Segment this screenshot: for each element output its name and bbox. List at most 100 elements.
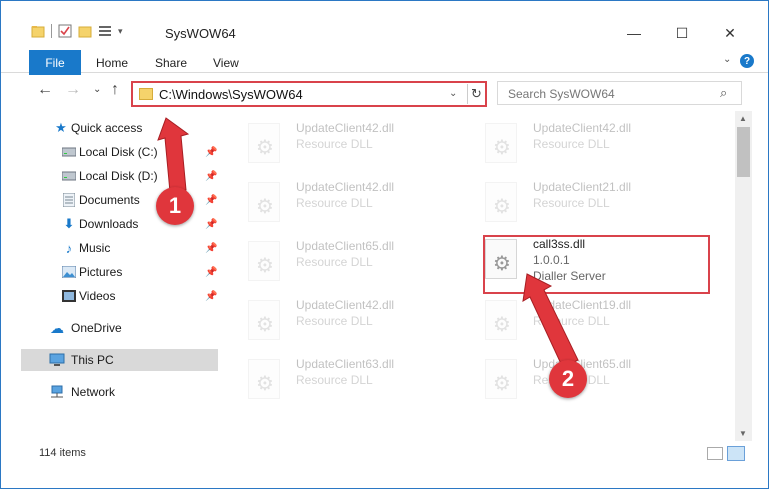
scroll-thumb[interactable]	[737, 127, 750, 177]
folder-icon	[31, 24, 45, 38]
expand-ribbon-icon[interactable]: ⌄	[723, 54, 731, 65]
dll-file-icon: ⚙	[248, 241, 280, 281]
tab-home[interactable]: Home	[96, 56, 128, 70]
back-arrow-icon[interactable]: ←	[37, 81, 53, 99]
file-name: UpdateClient63.dll	[296, 357, 395, 371]
nav-item-local-disk-d[interactable]: Local Disk (D:) 📌	[1, 165, 219, 187]
recent-locations-icon[interactable]: ⌄	[93, 84, 101, 95]
title-bar: ▾ SysWOW64 — ☐ ✕	[1, 1, 768, 46]
scroll-up-icon[interactable]: ▲	[739, 114, 747, 123]
nav-label: Videos	[79, 289, 116, 303]
file-item[interactable]: ⚙ UpdateClient21.dll Resource DLL	[485, 178, 715, 236]
dll-file-icon: ⚙	[485, 300, 517, 340]
status-bar: 114 items	[1, 443, 768, 465]
cloud-icon: ☁	[50, 319, 64, 336]
nav-network[interactable]: Network	[1, 381, 219, 403]
nav-label: Music	[79, 241, 111, 255]
dll-file-icon: ⚙	[485, 123, 517, 163]
nav-item-local-disk-c[interactable]: Local Disk (C:) 📌	[1, 141, 219, 163]
close-button[interactable]: ✕	[707, 19, 753, 47]
downloads-icon: ⬇	[63, 216, 75, 231]
search-box[interactable]: Search SysWOW64 ⌕	[497, 81, 742, 105]
file-type: Resource DLL	[296, 196, 373, 210]
file-name: UpdateClient42.dll	[296, 121, 395, 135]
file-item[interactable]: ⚙ UpdateClient42.dll Resource DLL	[248, 178, 478, 236]
vertical-scrollbar[interactable]: ▲ ▼	[735, 111, 752, 441]
details-view-icon[interactable]	[707, 447, 723, 460]
maximize-button[interactable]: ☐	[659, 19, 705, 47]
file-item[interactable]: ⚙ UpdateClient42.dll Resource DLL	[485, 119, 715, 177]
file-item[interactable]: ⚙ UpdateClient42.dll Resource DLL	[248, 119, 478, 177]
help-icon[interactable]: ?	[740, 54, 754, 68]
nav-item-pictures[interactable]: Pictures 📌	[1, 261, 219, 283]
file-name: UpdateClient42.dll	[296, 298, 395, 312]
dll-file-icon: ⚙	[248, 300, 280, 340]
nav-label: Local Disk (C:)	[79, 145, 158, 159]
search-icon[interactable]: ⌕	[720, 85, 727, 101]
up-arrow-icon[interactable]: ↑	[111, 81, 119, 99]
pin-icon[interactable]: 📌	[205, 171, 217, 182]
ribbon-tabs: File Home Share View ⌄ ?	[1, 48, 768, 75]
file-type: Resource DLL	[533, 314, 610, 328]
navigation-pane: ★ Quick access Local Disk (C:) 📌 Local D…	[1, 111, 221, 441]
tab-file[interactable]: File	[29, 50, 81, 75]
videos-icon	[61, 288, 77, 304]
view-options-icon[interactable]	[98, 24, 112, 38]
forward-arrow-icon[interactable]: →	[65, 81, 81, 99]
explorer-window: ▾ SysWOW64 — ☐ ✕ File Home Share View ⌄ …	[0, 0, 769, 489]
file-type: Resource DLL	[296, 373, 373, 387]
pin-icon[interactable]: 📌	[205, 291, 217, 302]
large-icons-view-icon[interactable]	[727, 446, 745, 461]
nav-label: Pictures	[79, 265, 123, 279]
nav-label: Local Disk (D:)	[79, 169, 158, 183]
drive-icon	[61, 168, 77, 184]
star-icon: ★	[55, 120, 67, 135]
file-type: Resource DLL	[296, 137, 373, 151]
nav-item-music[interactable]: ♪ Music 📌	[1, 237, 219, 259]
minimize-button[interactable]: —	[611, 19, 657, 47]
address-path[interactable]: C:\Windows\SysWOW64	[159, 87, 303, 102]
file-item[interactable]: ⚙ UpdateClient63.dll Resource DLL	[248, 355, 478, 413]
file-name: UpdateClient19.dll	[533, 298, 632, 312]
navigation-bar: ← → ⌄ ↑ C:\Windows\SysWOW64 ⌄ ↻ Search S…	[1, 75, 768, 109]
window-title: SysWOW64	[165, 26, 236, 41]
customize-toolbar-icon[interactable]: ▾	[118, 24, 132, 38]
pin-icon[interactable]: 📌	[205, 219, 217, 230]
refresh-icon[interactable]: ↻	[467, 84, 485, 104]
pin-icon[interactable]: 📌	[205, 195, 217, 206]
address-bar[interactable]: C:\Windows\SysWOW64 ⌄ ↻	[131, 81, 487, 107]
folder-icon	[139, 88, 153, 100]
address-dropdown-icon[interactable]: ⌄	[449, 88, 457, 99]
network-icon	[49, 384, 65, 400]
scroll-down-icon[interactable]: ▼	[739, 429, 747, 438]
file-type: Resource DLL	[296, 314, 373, 328]
new-folder-icon[interactable]	[78, 24, 92, 38]
nav-this-pc[interactable]: This PC	[21, 349, 218, 371]
file-item[interactable]: ⚙ UpdateClient65.dll Resource DLL	[248, 237, 478, 295]
nav-item-videos[interactable]: Videos 📌	[1, 285, 219, 307]
pin-icon[interactable]: 📌	[205, 243, 217, 254]
search-input[interactable]: Search SysWOW64	[508, 87, 615, 101]
pin-icon[interactable]: 📌	[205, 147, 217, 158]
dll-file-icon: ⚙	[248, 123, 280, 163]
file-item[interactable]: ⚙ UpdateClient42.dll Resource DLL	[248, 296, 478, 354]
nav-quick-access[interactable]: ★ Quick access	[1, 117, 219, 139]
pin-icon[interactable]: 📌	[205, 267, 217, 278]
nav-label: OneDrive	[71, 321, 122, 335]
file-item[interactable]: ⚙ UpdateClient65.dll Resource DLL	[485, 355, 715, 413]
toolbar-separator	[51, 24, 52, 38]
documents-icon	[61, 192, 77, 208]
nav-onedrive[interactable]: ☁ OneDrive	[1, 317, 219, 339]
file-item[interactable]: ⚙ UpdateClient19.dll Resource DLL	[485, 296, 715, 354]
nav-label: Quick access	[71, 121, 143, 135]
file-name: UpdateClient65.dll	[296, 239, 395, 253]
drive-icon	[61, 144, 77, 160]
file-name: UpdateClient42.dll	[296, 180, 395, 194]
properties-icon[interactable]	[58, 24, 72, 38]
dll-file-icon: ⚙	[485, 359, 517, 399]
close-icon: ✕	[724, 24, 736, 41]
tab-view[interactable]: View	[213, 56, 239, 70]
quick-access-toolbar: ▾	[31, 24, 132, 38]
highlight-box	[483, 235, 710, 294]
tab-share[interactable]: Share	[155, 56, 187, 70]
